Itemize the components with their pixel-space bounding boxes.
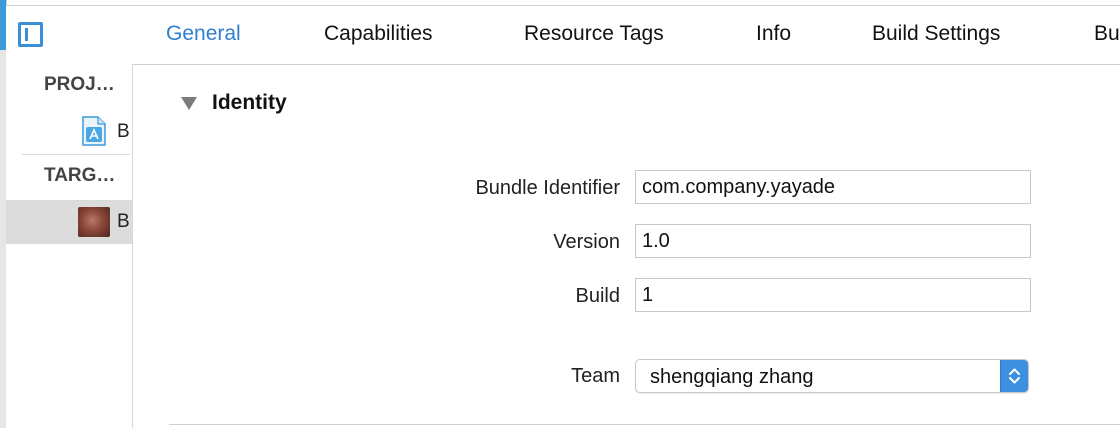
build-label: Build	[575, 285, 620, 307]
team-label: Team	[571, 365, 620, 387]
team-select[interactable]: shengqiang zhang	[635, 359, 1029, 393]
disclosure-triangle-icon[interactable]	[181, 97, 197, 110]
sidebar-item-target-label: B	[117, 211, 130, 232]
section-divider	[169, 424, 1120, 425]
chevron-updown-icon	[1009, 368, 1020, 384]
sidebar-divider	[22, 154, 130, 155]
tab-build-phases-truncated[interactable]: Bu	[1094, 22, 1120, 46]
identity-section-title: Identity	[212, 91, 287, 114]
bundle-identifier-field[interactable]	[635, 170, 1031, 204]
team-select-value: shengqiang zhang	[650, 366, 814, 388]
tab-capabilities[interactable]: Capabilities	[324, 22, 433, 46]
targets-section-header: TARG…	[44, 165, 116, 186]
app-project-icon	[82, 116, 106, 146]
tab-general[interactable]: General	[166, 22, 241, 46]
project-navigator-sidebar: PROJ… B TARG… B	[6, 64, 133, 428]
version-label: Version	[553, 231, 620, 253]
build-field[interactable]	[635, 278, 1031, 312]
sidebar-item-target[interactable]: B	[6, 200, 132, 244]
tab-info[interactable]: Info	[756, 22, 791, 46]
general-settings-pane: Identity Bundle Identifier Version Build…	[133, 64, 1120, 428]
team-select-stepper[interactable]	[1000, 360, 1028, 392]
editor-tab-bar: General Capabilities Resource Tags Info …	[6, 5, 1120, 65]
sidebar-item-project-label: B	[117, 121, 130, 142]
sidebar-toggle-icon[interactable]	[18, 22, 43, 47]
sidebar-item-project[interactable]: B	[6, 110, 132, 154]
tab-resource-tags[interactable]: Resource Tags	[524, 22, 664, 46]
tab-build-settings[interactable]: Build Settings	[872, 22, 1000, 46]
project-section-header: PROJ…	[44, 74, 115, 95]
app-target-thumbnail	[78, 207, 110, 237]
bundle-identifier-label: Bundle Identifier	[475, 177, 620, 199]
version-field[interactable]	[635, 224, 1031, 258]
